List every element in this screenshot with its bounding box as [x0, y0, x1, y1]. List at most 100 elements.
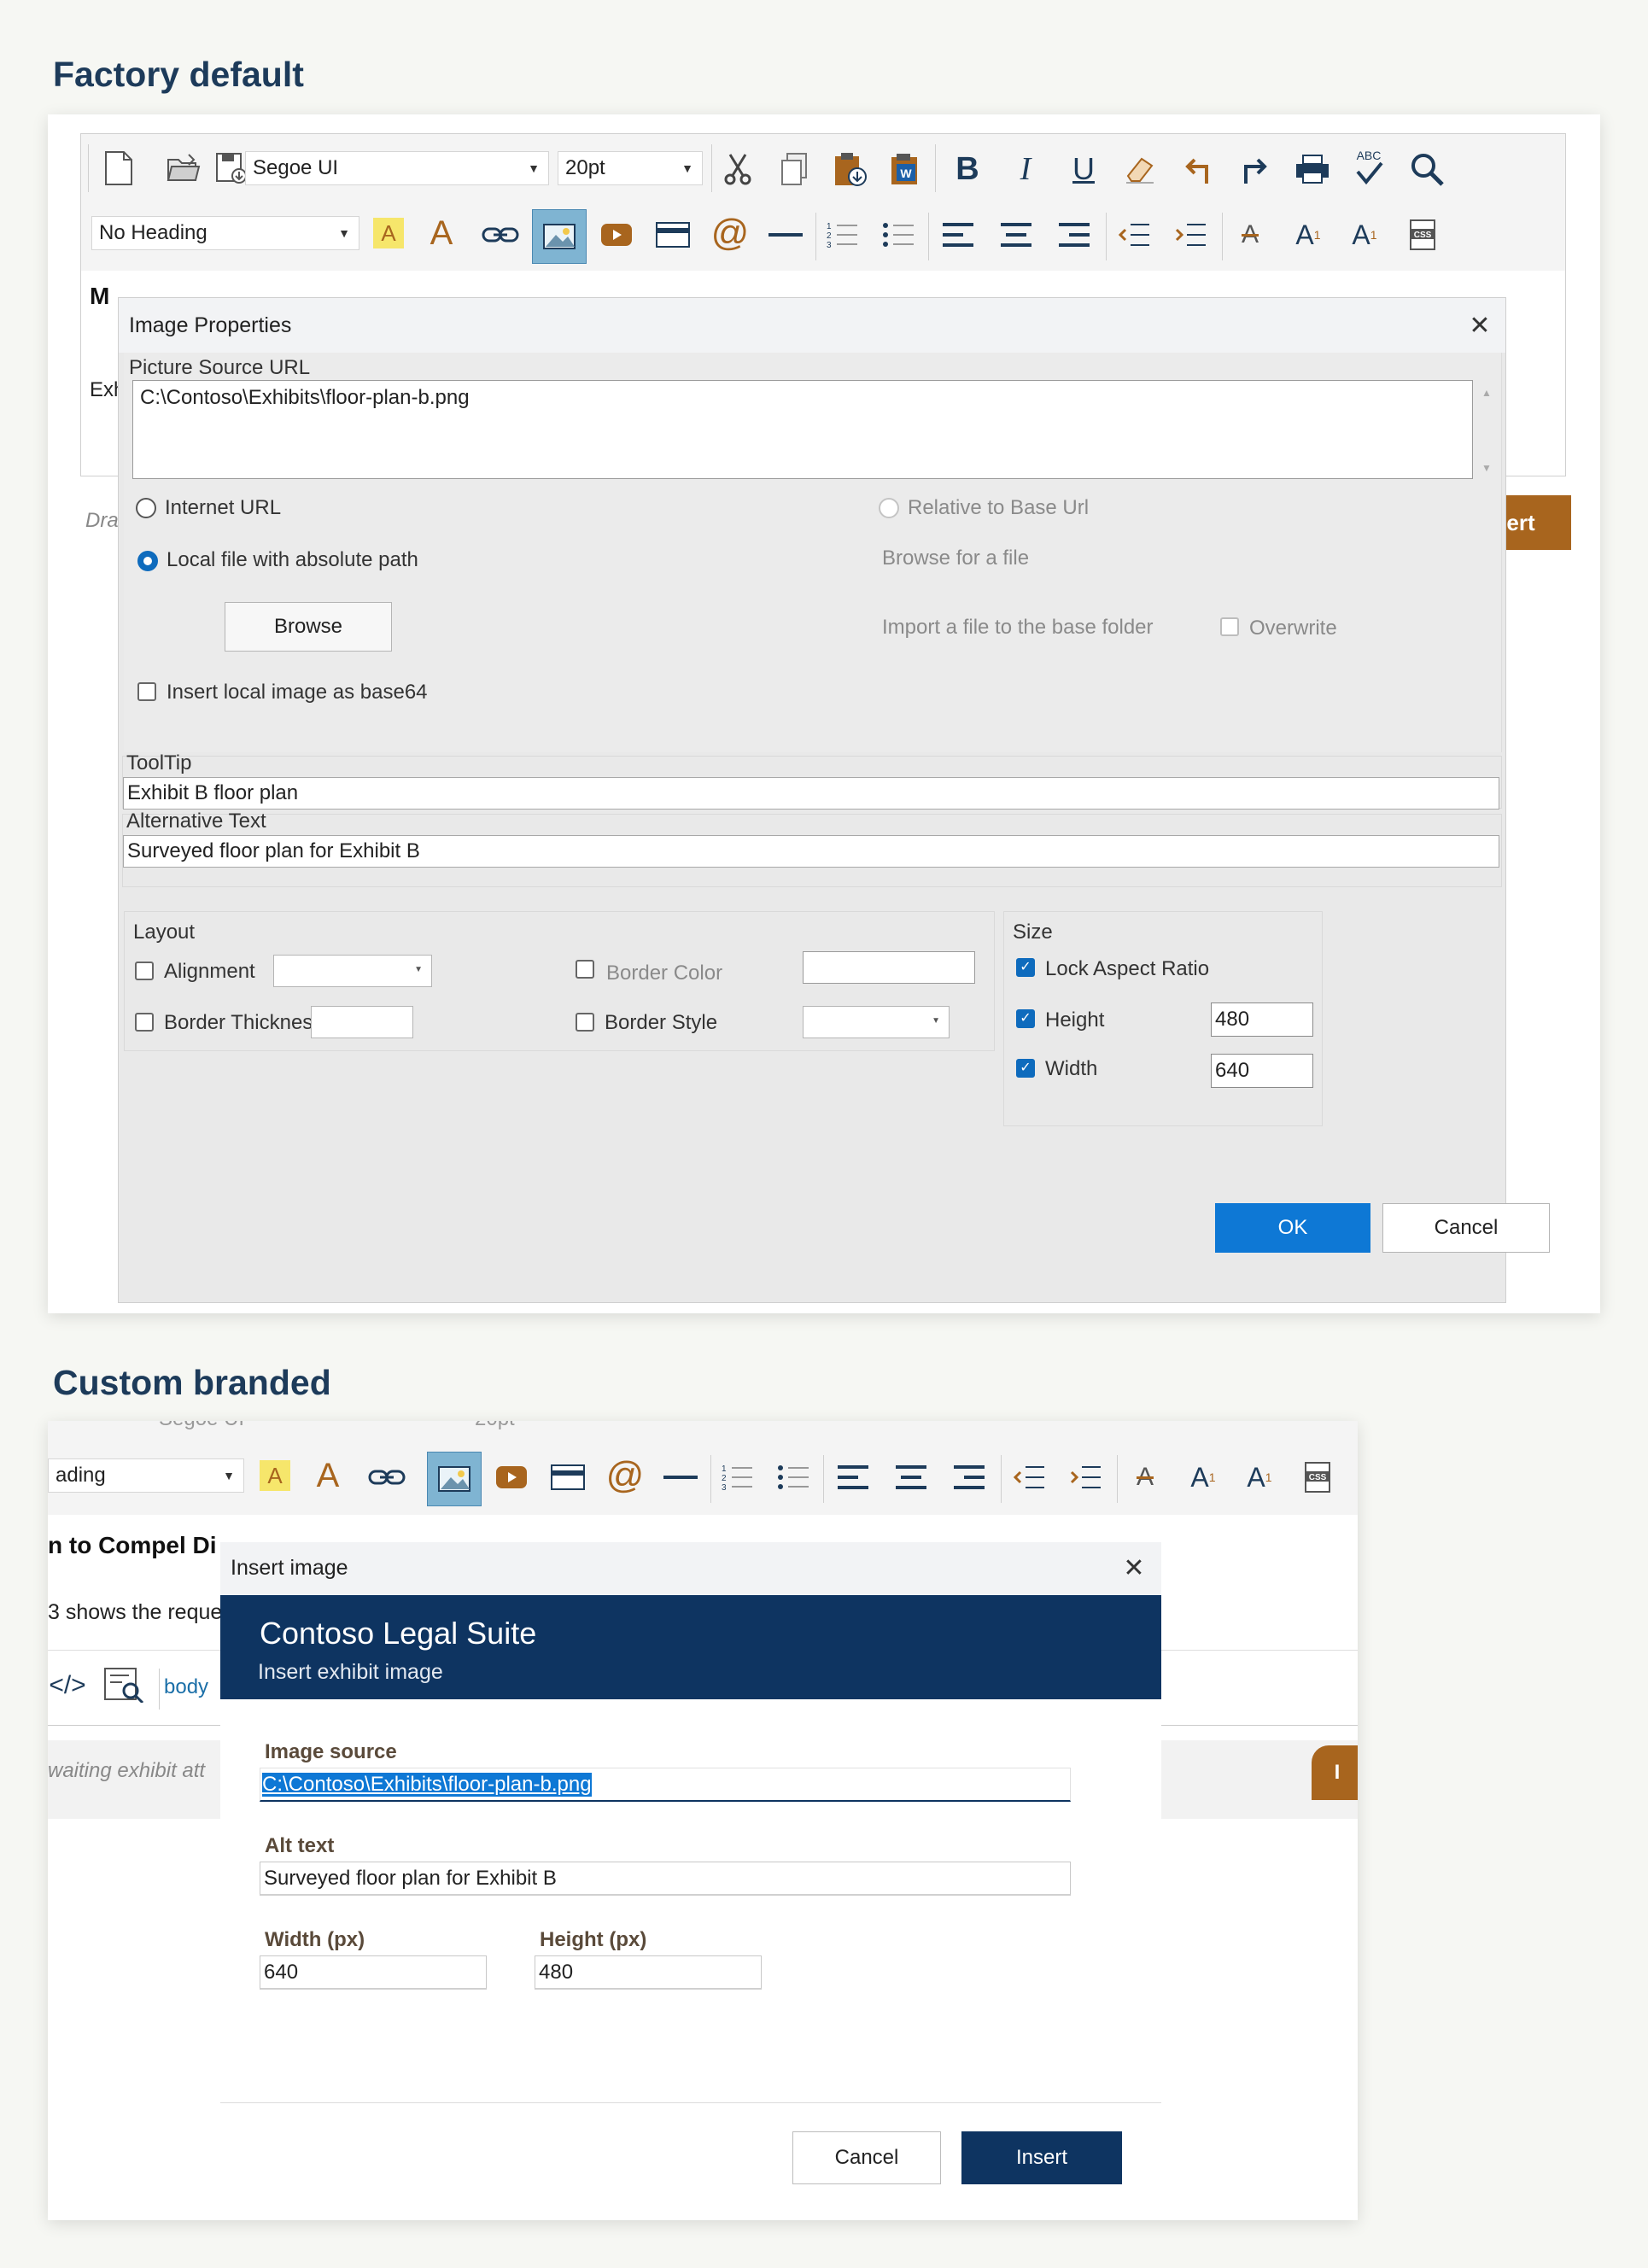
alignment-checkbox[interactable] — [135, 962, 154, 980]
cut-icon[interactable] — [716, 148, 759, 190]
table-icon[interactable] — [546, 1458, 589, 1496]
spellcheck-icon[interactable]: ABC — [1345, 144, 1393, 190]
border-color-input[interactable] — [803, 951, 975, 984]
internet-url-radio[interactable] — [136, 498, 156, 518]
align-center-icon[interactable] — [888, 1458, 934, 1496]
outdent-icon[interactable] — [1111, 216, 1157, 254]
css-icon[interactable]: CSS — [1294, 1458, 1341, 1496]
image-source-input[interactable]: C:\Contoso\Exhibits\floor-plan-b.png — [260, 1768, 1071, 1802]
align-center-icon[interactable] — [993, 216, 1039, 254]
heading-select[interactable]: No Heading ▼ — [91, 216, 359, 250]
relative-base-radio[interactable] — [879, 498, 899, 518]
border-style-checkbox[interactable] — [576, 1013, 594, 1032]
body-tag-breadcrumb[interactable]: body — [164, 1675, 208, 1699]
highlight-icon[interactable]: A — [258, 1458, 292, 1493]
video-icon[interactable] — [490, 1458, 533, 1496]
local-file-radio[interactable] — [137, 551, 158, 571]
document-text-fragment: 3 shows the reque — [48, 1600, 223, 1624]
dialog-title-bar: Image Properties ✕ — [119, 298, 1505, 353]
subscript-icon[interactable]: A1 — [1236, 1458, 1283, 1496]
link-icon[interactable] — [365, 1458, 408, 1496]
overwrite-checkbox[interactable] — [1220, 617, 1239, 636]
height-checkbox[interactable]: ✓ — [1016, 1009, 1035, 1028]
superscript-icon[interactable]: A1 — [1180, 1458, 1226, 1496]
new-document-icon[interactable] — [98, 148, 139, 189]
table-icon[interactable] — [652, 216, 694, 254]
scroll-down-icon[interactable]: ▼ — [1481, 462, 1492, 474]
cancel-button[interactable]: Cancel — [792, 2131, 941, 2184]
alt-text-input[interactable]: Surveyed floor plan for Exhibit B — [260, 1862, 1071, 1896]
link-icon[interactable] — [479, 216, 522, 254]
height-input[interactable]: 480 — [1211, 1002, 1313, 1037]
close-icon[interactable]: ✕ — [1461, 307, 1499, 344]
email-icon[interactable]: @ — [708, 211, 752, 255]
heading-select[interactable]: ading ▼ — [48, 1458, 244, 1493]
subscript-icon[interactable]: A1 — [1341, 216, 1388, 254]
strikethrough-icon[interactable]: A — [1227, 216, 1273, 254]
indent-icon[interactable] — [1167, 216, 1213, 254]
image-icon[interactable] — [532, 209, 587, 264]
close-icon[interactable]: ✕ — [1115, 1549, 1153, 1587]
numbered-list-icon[interactable]: 123 — [821, 216, 863, 254]
source-view-icon[interactable]: </> — [48, 1669, 87, 1703]
border-color-checkbox[interactable] — [576, 960, 594, 979]
height-input[interactable]: 480 — [535, 1955, 762, 1990]
copy-icon[interactable] — [773, 148, 815, 190]
find-icon[interactable] — [1403, 148, 1451, 190]
bulleted-list-icon[interactable] — [877, 216, 920, 254]
insert-base64-checkbox[interactable] — [137, 682, 156, 701]
width-checkbox[interactable]: ✓ — [1016, 1059, 1035, 1078]
paste-icon[interactable] — [829, 148, 872, 190]
redo-icon[interactable] — [1230, 148, 1278, 190]
font-color-icon[interactable]: A — [423, 213, 460, 254]
border-thickness-checkbox[interactable] — [135, 1013, 154, 1032]
print-icon[interactable] — [1289, 148, 1336, 190]
undo-icon[interactable] — [1174, 148, 1222, 190]
tooltip-input[interactable]: Exhibit B floor plan — [123, 777, 1499, 810]
border-thickness-input[interactable] — [311, 1006, 413, 1038]
alt-text-input[interactable]: Surveyed floor plan for Exhibit B — [123, 835, 1499, 868]
highlight-icon[interactable]: A — [371, 216, 406, 250]
width-input[interactable]: 640 — [260, 1955, 487, 1990]
width-input[interactable]: 640 — [1211, 1054, 1313, 1088]
scroll-up-icon[interactable]: ▲ — [1481, 387, 1492, 399]
open-folder-icon[interactable] — [163, 148, 204, 189]
align-right-icon[interactable] — [1051, 216, 1097, 254]
bulleted-list-icon[interactable] — [772, 1458, 815, 1496]
font-family-select[interactable]: Segoe UI ▼ — [245, 151, 549, 185]
border-style-select[interactable]: ▼ — [803, 1006, 950, 1038]
paste-word-icon[interactable]: W — [884, 148, 926, 190]
preview-icon[interactable] — [101, 1665, 147, 1704]
underline-icon[interactable]: U — [1060, 148, 1107, 190]
alignment-select[interactable]: ▼ — [273, 955, 432, 987]
indent-icon[interactable] — [1062, 1458, 1108, 1496]
insert-button-fragment[interactable]: I — [1312, 1745, 1358, 1800]
email-icon[interactable]: @ — [603, 1453, 647, 1498]
align-right-icon[interactable] — [946, 1458, 992, 1496]
browse-button[interactable]: Browse — [225, 602, 392, 652]
numbered-list-icon[interactable]: 123 — [716, 1458, 758, 1496]
bold-icon[interactable]: B — [944, 148, 991, 190]
align-left-icon[interactable] — [830, 1458, 876, 1496]
font-color-icon[interactable]: A — [309, 1455, 347, 1496]
insert-button[interactable]: Insert — [961, 2131, 1122, 2184]
horizontal-rule-icon[interactable] — [659, 1458, 702, 1496]
image-icon[interactable] — [427, 1452, 482, 1506]
picture-source-textarea[interactable]: C:\Contoso\Exhibits\floor-plan-b.png — [132, 380, 1473, 479]
cancel-button[interactable]: Cancel — [1382, 1203, 1550, 1253]
superscript-icon[interactable]: A1 — [1285, 216, 1331, 254]
video-icon[interactable] — [595, 216, 638, 254]
outdent-icon[interactable] — [1006, 1458, 1052, 1496]
height-label: Height — [1045, 1008, 1105, 1032]
brand-header: Contoso Legal Suite Insert exhibit image — [220, 1595, 1161, 1699]
ok-button[interactable]: OK — [1215, 1203, 1370, 1253]
italic-icon[interactable]: I — [1002, 148, 1049, 190]
eraser-icon[interactable] — [1116, 148, 1164, 190]
horizontal-rule-icon[interactable] — [764, 216, 807, 254]
strikethrough-icon[interactable]: A — [1122, 1458, 1168, 1496]
factory-section-title: Factory default — [53, 55, 304, 94]
css-icon[interactable]: CSS — [1400, 216, 1446, 254]
lock-aspect-checkbox[interactable]: ✓ — [1016, 958, 1035, 977]
font-size-select[interactable]: 20pt ▼ — [558, 151, 703, 185]
align-left-icon[interactable] — [935, 216, 981, 254]
